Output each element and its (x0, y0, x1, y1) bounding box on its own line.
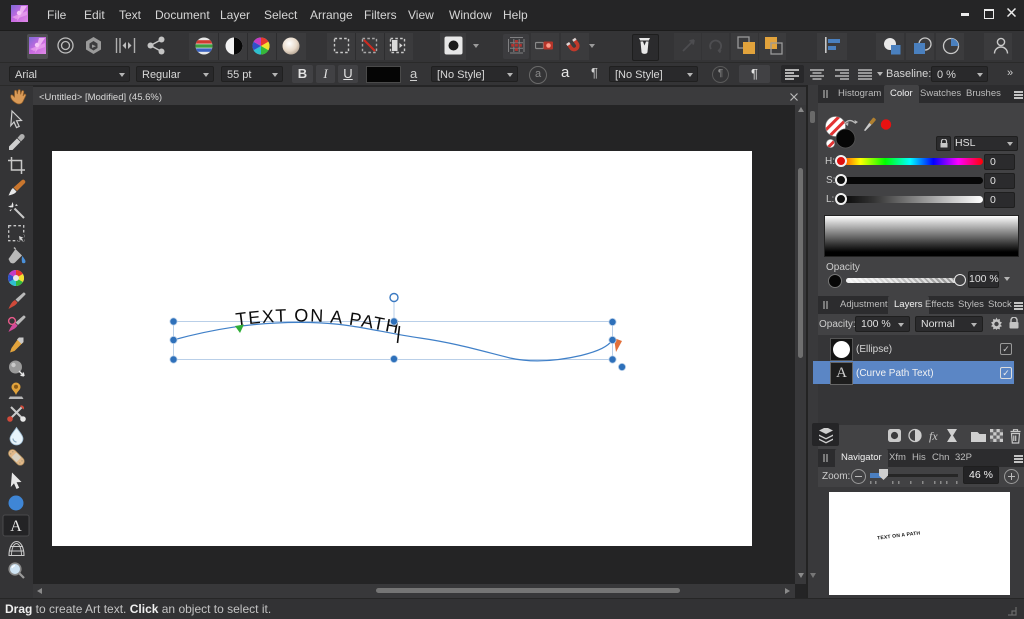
svg-text:A: A (10, 518, 22, 535)
svg-text:TEXT ON A PATH: TEXT ON A PATH (234, 305, 401, 337)
svg-text:fx: fx (929, 429, 938, 443)
